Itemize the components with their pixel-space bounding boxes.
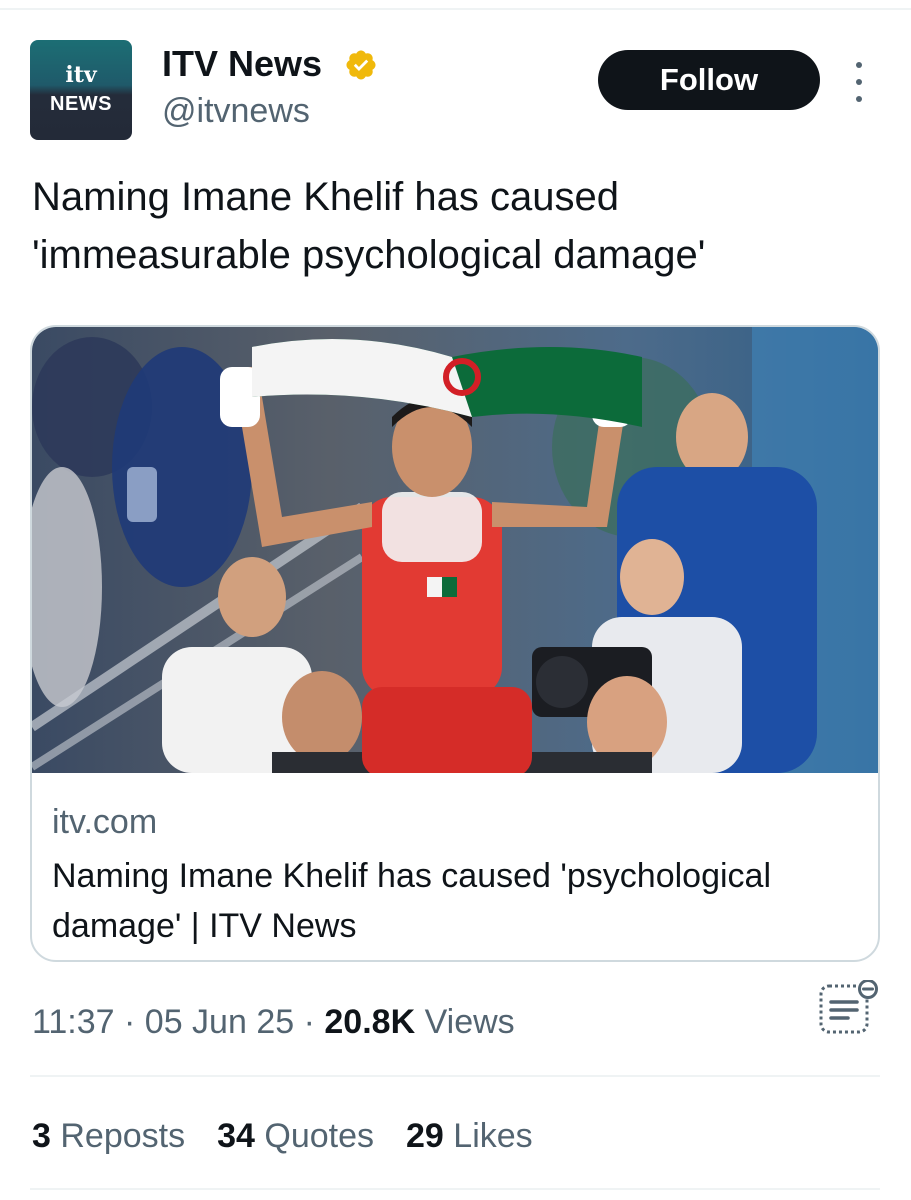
follow-button[interactable]: Follow bbox=[598, 50, 820, 110]
link-card[interactable]: itv.com Naming Imane Khelif has caused '… bbox=[30, 325, 880, 962]
likes-stat[interactable]: 29 Likes bbox=[406, 1114, 533, 1158]
community-notes-icon[interactable] bbox=[818, 980, 878, 1036]
likes-count: 29 bbox=[406, 1117, 444, 1155]
avatar-brand: itv bbox=[65, 62, 97, 88]
timestamp-line: 11:37 · 05 Jun 25 · 20.8K Views bbox=[32, 1000, 515, 1044]
separator: · bbox=[124, 1003, 136, 1041]
quotes-stat[interactable]: 34 Quotes bbox=[217, 1114, 374, 1158]
post-time[interactable]: 11:37 bbox=[32, 1003, 115, 1041]
quotes-count: 34 bbox=[217, 1117, 255, 1155]
display-name[interactable]: ITV News bbox=[162, 44, 322, 84]
avatar-sub: NEWS bbox=[50, 93, 112, 115]
top-divider bbox=[0, 8, 911, 10]
quotes-label: Quotes bbox=[264, 1117, 375, 1155]
card-domain[interactable]: itv.com bbox=[52, 801, 862, 843]
reposts-label: Reposts bbox=[60, 1117, 186, 1155]
reposts-stat[interactable]: 3 Reposts bbox=[32, 1114, 185, 1158]
verified-badge-icon[interactable] bbox=[344, 48, 378, 82]
tweet-text: Naming Imane Khelif has caused 'immeasur… bbox=[32, 175, 706, 277]
card-meta[interactable]: itv.com Naming Imane Khelif has caused '… bbox=[52, 801, 862, 951]
divider bbox=[30, 1075, 880, 1077]
reposts-count: 3 bbox=[32, 1117, 51, 1155]
engagement-stats: 3 Reposts 34 Quotes 29 Likes bbox=[32, 1114, 533, 1158]
more-vertical-icon[interactable] bbox=[848, 62, 870, 102]
divider bbox=[30, 1188, 880, 1190]
views-label: Views bbox=[424, 1003, 515, 1041]
card-title[interactable]: Naming Imane Khelif has caused 'psycholo… bbox=[52, 851, 862, 951]
views-count: 20.8K bbox=[324, 1003, 416, 1041]
avatar[interactable]: itv NEWS bbox=[30, 40, 132, 140]
handle[interactable]: @itvnews bbox=[162, 92, 310, 130]
post-date[interactable]: 05 Jun 25 bbox=[145, 1003, 294, 1041]
likes-label: Likes bbox=[453, 1117, 533, 1155]
separator: · bbox=[303, 1003, 315, 1041]
card-image[interactable] bbox=[32, 327, 880, 773]
